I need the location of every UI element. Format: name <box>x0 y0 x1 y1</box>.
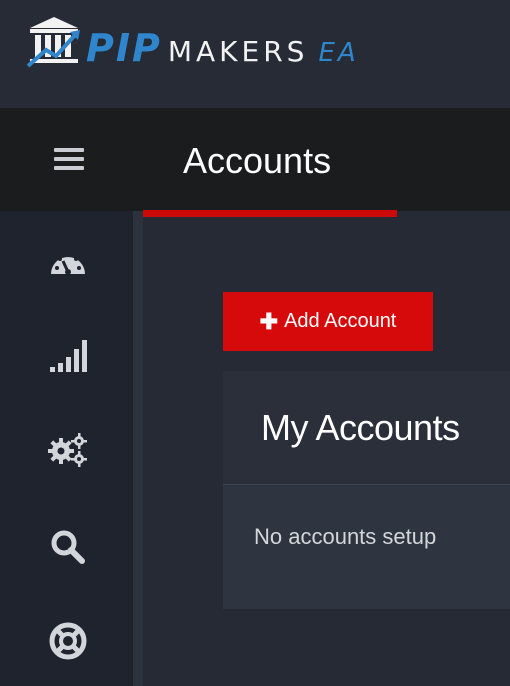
sidebar-item-search[interactable] <box>30 519 106 575</box>
hamburger-menu-icon[interactable] <box>44 148 94 176</box>
card-title: My Accounts <box>261 407 460 448</box>
empty-state-message: No accounts setup <box>254 524 437 549</box>
page-header: Accounts <box>0 108 510 211</box>
sidebar-item-signals[interactable] <box>30 327 106 383</box>
brand-logo[interactable]: PIP MAKERS EA <box>26 14 426 74</box>
add-account-button[interactable]: ✚ Add Account <box>223 292 433 351</box>
page-title: Accounts <box>183 140 332 181</box>
support-lifebuoy-icon <box>49 622 87 660</box>
logo-pip-text: PIP <box>86 26 162 70</box>
search-icon <box>51 530 85 564</box>
logo-ea-text: EA <box>318 38 359 68</box>
sidebar <box>0 211 143 686</box>
bank-columns-logo-icon <box>26 17 80 68</box>
sidebar-item-settings[interactable] <box>30 421 106 477</box>
signal-bars-icon <box>50 340 87 372</box>
active-tab-indicator <box>143 210 397 217</box>
plus-icon: ✚ <box>259 308 279 334</box>
accounts-card: My Accounts No accounts setup <box>223 371 510 609</box>
sidebar-item-support[interactable] <box>30 613 106 669</box>
dashboard-gauge-icon <box>51 253 85 275</box>
card-header: My Accounts <box>223 371 510 485</box>
gears-settings-icon <box>48 433 87 467</box>
top-logo-bar: PIP MAKERS EA <box>0 0 510 108</box>
add-account-label: Add Account <box>284 310 397 332</box>
logo-makers-text: MAKERS <box>167 35 309 68</box>
sidebar-item-dashboard[interactable] <box>30 235 106 291</box>
